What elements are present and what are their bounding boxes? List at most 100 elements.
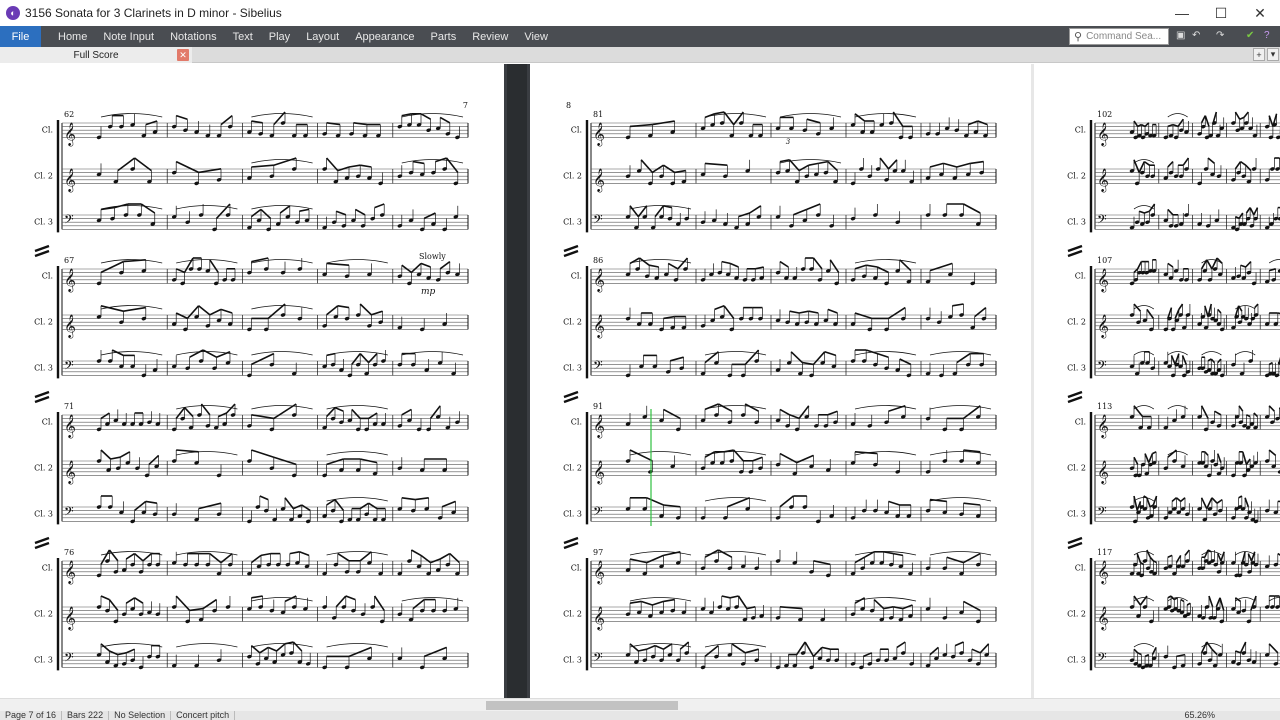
status-selection: No Selection: [109, 711, 172, 720]
title-bar: ◐ 3156 Sonata for 3 Clarinets in D minor…: [0, 0, 1280, 26]
tab-home[interactable]: Home: [50, 26, 95, 47]
instrument-label: Cl. 2: [34, 463, 53, 472]
undo-icon[interactable]: ↶: [1192, 30, 1200, 41]
tab-review[interactable]: Review: [464, 26, 516, 47]
slur: [1201, 351, 1222, 356]
tab-appearance[interactable]: Appearance: [347, 26, 422, 47]
note-beam: [1268, 643, 1279, 654]
note-beam: [943, 162, 958, 168]
help-icon[interactable]: ?: [1264, 30, 1270, 41]
maximize-button[interactable]: ☐: [1201, 0, 1241, 26]
treble-clef-icon: 𝄞: [1097, 605, 1109, 630]
note-beam: [1144, 210, 1150, 214]
treble-clef-icon: 𝄞: [593, 459, 605, 484]
tab-full-score[interactable]: Full Score: [0, 47, 192, 63]
note-beam: [1175, 554, 1182, 564]
note-beam: [198, 305, 211, 316]
close-tab-icon[interactable]: ✕: [177, 49, 189, 61]
note-beam: [818, 160, 829, 165]
note-beam: [1219, 597, 1225, 611]
close-button[interactable]: ✕: [1240, 0, 1280, 26]
triplet-mark: 3: [786, 138, 791, 146]
tab-play[interactable]: Play: [261, 26, 298, 47]
note-beam: [1144, 122, 1150, 127]
note-beam: [334, 499, 345, 511]
note-beam: [198, 168, 222, 174]
slur: [326, 451, 388, 456]
note-beam: [812, 646, 823, 657]
note-beam: [638, 648, 647, 652]
slur: [929, 405, 992, 410]
scrollbar-thumb[interactable]: [486, 701, 678, 710]
command-search-input[interactable]: ⚲ Command Sea...: [1069, 28, 1169, 45]
measure-number: 102: [1097, 110, 1112, 119]
tab-menu-icon[interactable]: ▾: [1267, 48, 1279, 61]
instrument-label: Cl. 3: [563, 363, 582, 372]
system-separator: [34, 244, 50, 258]
treble-clef-icon: 𝄞: [64, 459, 76, 484]
slur: [1268, 259, 1280, 264]
note-beam: [351, 353, 361, 365]
slur: [1167, 113, 1188, 118]
tab-notations[interactable]: Notations: [162, 26, 224, 47]
note-beam: [368, 502, 378, 510]
note-beam: [125, 648, 135, 654]
note-beam: [1240, 264, 1246, 268]
treble-clef-icon: 𝄞: [593, 605, 605, 630]
tab-text[interactable]: Text: [225, 26, 261, 47]
note-beam: [276, 643, 286, 652]
slur: [854, 405, 917, 410]
note-beam: [411, 549, 422, 557]
tempo-marking: Slowly: [419, 252, 446, 261]
tab-note-input[interactable]: Note Input: [95, 26, 162, 47]
note-beam: [821, 646, 831, 650]
tab-file[interactable]: File: [0, 26, 41, 47]
minimize-button[interactable]: —: [1162, 0, 1202, 26]
tab-view[interactable]: View: [516, 26, 556, 47]
note-beam: [963, 203, 981, 214]
instrument-label: Cl.: [42, 417, 53, 426]
instrument-label: Cl. 2: [34, 609, 53, 618]
slur: [854, 351, 917, 356]
instrument-label: Cl.: [571, 417, 582, 426]
horizontal-scrollbar[interactable]: [0, 698, 1280, 711]
note-beam: [888, 500, 900, 506]
note-beam: [854, 556, 865, 564]
new-tab-icon[interactable]: +: [1253, 48, 1265, 61]
note-beam: [134, 552, 144, 562]
note-beam: [420, 113, 431, 120]
instrument-label: Cl. 3: [563, 509, 582, 518]
note-beam: [299, 208, 310, 212]
note-beam: [373, 595, 385, 611]
note-beam: [714, 305, 725, 311]
instrument-label: Cl. 3: [1067, 509, 1086, 518]
instrument-label: Cl. 2: [1067, 171, 1086, 180]
note-beam: [273, 157, 297, 166]
note-beam: [423, 212, 436, 220]
note-beam: [125, 552, 136, 560]
note-beam: [704, 162, 728, 166]
measure-number: 67: [64, 256, 74, 265]
tab-parts[interactable]: Parts: [423, 26, 465, 47]
note-beam: [954, 641, 964, 647]
note-beam: [971, 648, 981, 654]
save-icon[interactable]: ▣: [1176, 30, 1185, 41]
slur: [251, 351, 313, 356]
note-beam: [368, 412, 378, 420]
slur: [176, 643, 238, 648]
note-beam: [779, 408, 790, 416]
note-beam: [1211, 648, 1218, 656]
note-beam: [202, 349, 217, 358]
treble-clef-icon: 𝄞: [1097, 413, 1109, 438]
score-workspace[interactable]: 7 62 Cl. 𝄞 Cl. 2 𝄞 Cl. 3 𝄢 67 Cl. 𝄞 Cl. 2 𝄞 Cl. 3 𝄢 71 C…: [0, 64, 1280, 698]
note-beam: [1167, 123, 1174, 128]
check-icon[interactable]: ✔: [1246, 30, 1254, 41]
instrument-label: Cl. 2: [1067, 317, 1086, 326]
instrument-label: Cl. 3: [34, 509, 53, 518]
note-beam: [744, 648, 759, 654]
tab-layout[interactable]: Layout: [298, 26, 347, 47]
treble-clef-icon: 𝄞: [593, 313, 605, 338]
bass-clef-icon: 𝄢: [64, 358, 74, 376]
redo-icon[interactable]: ↷: [1216, 30, 1224, 41]
bass-clef-icon: 𝄢: [64, 504, 74, 522]
